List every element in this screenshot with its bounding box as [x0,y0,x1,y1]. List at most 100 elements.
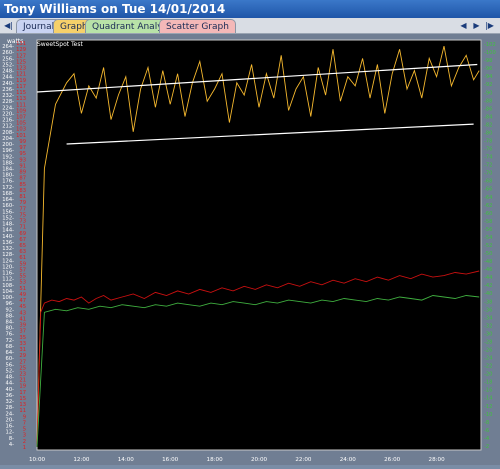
watts-tick-label: 200- [2,142,14,148]
watts-tick-label: 160- [2,203,14,209]
watts-tick-label: 204- [2,136,14,142]
bpm-tick-label: 129 [16,47,26,53]
time-tick-label: 20:00 [251,457,268,463]
watts-tick-label: 76- [6,332,15,338]
watts-tick-label: 120- [2,264,14,270]
cadence-tick-label: -82 [484,122,492,128]
bpm-tick-label: 85 [19,182,26,188]
time-tick-label: 18:00 [207,457,224,463]
watts-tick-label: 156- [2,209,14,215]
cadence-tick-label: -94 [484,74,493,80]
prev-icon[interactable]: ◀ [458,20,469,31]
cadence-tick-label: -4 [484,436,490,442]
cadence-tick-label: -24 [484,356,493,362]
bpm-tick-label: 37 [19,329,26,335]
bpm-tick-label: 103 [16,127,26,133]
watts-tick-label: 108- [2,283,14,289]
watts-tick-label: 12- [6,430,15,436]
watts-tick-label: 252- [2,62,14,68]
watts-tick-label: 192- [2,154,14,160]
cadence-tick-label: -90 [484,90,492,96]
bpm-tick-label: 101 [16,133,26,139]
first-page-icon[interactable]: ◀| [3,20,14,31]
bpm-tick-label: 17 [19,390,26,396]
bpm-tick-label: 75 [19,212,26,218]
bpm-tick-label: 55 [19,274,26,280]
chart-annotation: SweetSpot Test [37,41,83,48]
tab-scatter-graph[interactable]: Scatter Graph [159,19,236,33]
cadence-tick-label: -6 [484,428,489,434]
watts-tick-label: 148- [2,222,14,228]
bpm-tick-label: 91 [19,163,26,169]
cadence-tick-label: -18 [484,380,492,386]
watts-tick-label: 32- [6,399,15,405]
watts-tick-label: 228- [2,99,14,105]
watts-tick-label: 8- [9,436,14,442]
cadence-tick-label: -66 [484,187,492,193]
watts-tick-label: 84- [6,319,15,325]
watts-tick-label: 48- [6,375,15,381]
cadence-tick-label: -8 [484,420,489,426]
cadence-tick-label: -54 [484,235,493,241]
bpm-tick-label: 67 [19,237,26,243]
bpm-tick-label: 19 [19,384,26,390]
bpm-tick-label: 9 [23,414,26,420]
watts-tick-label: 80- [6,326,15,332]
watts-tick-label: 116- [2,271,14,277]
tab-scatter-label: Scatter Graph [166,22,229,32]
cadence-tick-label: -100 [484,50,496,56]
cadence-tick-label: -96 [484,66,492,72]
watts-tick-label: 52- [6,368,15,374]
bpm-tick-label: 99 [19,139,26,145]
bpm-tick-label: 131 [16,41,26,47]
last-page-icon[interactable]: |▶ [484,20,495,31]
time-tick-label: 28:00 [429,457,446,463]
cadence-tick-label: -10 [484,412,492,418]
watts-tick-label: 112- [2,277,14,283]
bpm-tick-label: 53 [19,280,26,286]
bpm-tick-label: 89 [19,170,26,176]
bpm-tick-label: 125 [16,59,26,65]
watts-tick-label: 92- [6,307,15,313]
cadence-tick-label: -74 [484,155,493,161]
next-icon[interactable]: ▶ [471,20,482,31]
watts-tick-label: 68- [6,344,15,350]
watts-tick-label: 136- [2,240,14,246]
bpm-tick-label: 73 [19,219,26,225]
cadence-tick-label: -50 [484,251,492,257]
watts-tick-label: 72- [6,338,15,344]
bpm-tick-label: 123 [16,66,26,72]
bpm-tick-label: 59 [19,261,26,267]
watts-tick-label: 216- [2,118,14,124]
cadence-tick-label: -28 [484,339,492,345]
bpm-tick-label: 111 [16,102,26,108]
bpm-tick-label: 93 [19,157,26,163]
cadence-tick-label: -62 [484,203,492,209]
bpm-tick-label: 69 [19,231,26,237]
watts-tick-label: 40- [6,387,15,393]
cadence-tick-label: -16 [484,388,492,394]
watts-tick-label: 244- [2,75,14,81]
bpm-tick-label: 105 [16,121,26,127]
watts-tick-label: 224- [2,105,14,111]
watts-tick-label: 104- [2,289,14,295]
watts-tick-label: 36- [6,393,15,399]
performance-chart: watts SweetSpot Test 4-8-12-16-20-24-28-… [0,34,500,465]
watts-tick-label: 100- [2,295,14,301]
cadence-tick-label: -78 [484,138,492,144]
bpm-tick-label: 127 [16,53,26,59]
cadence-tick-label: -32 [484,323,492,329]
bpm-tick-label: 97 [19,145,26,151]
cadence-tick-label: -48 [484,259,492,265]
tab-journal-label: Journal [23,22,55,32]
bpm-tick-label: 45 [19,304,26,310]
cadence-tick-label: -44 [484,275,493,281]
bpm-tick-label: 29 [19,353,26,359]
cadence-tick-label: -20 [484,372,492,378]
time-tick-label: 24:00 [340,457,357,463]
bpm-tick-label: 109 [16,108,26,114]
watts-tick-label: 28- [6,405,15,411]
watts-tick-label: 144- [2,228,14,234]
bpm-tick-label: 121 [16,72,26,78]
bpm-tick-label: 11 [19,408,26,414]
